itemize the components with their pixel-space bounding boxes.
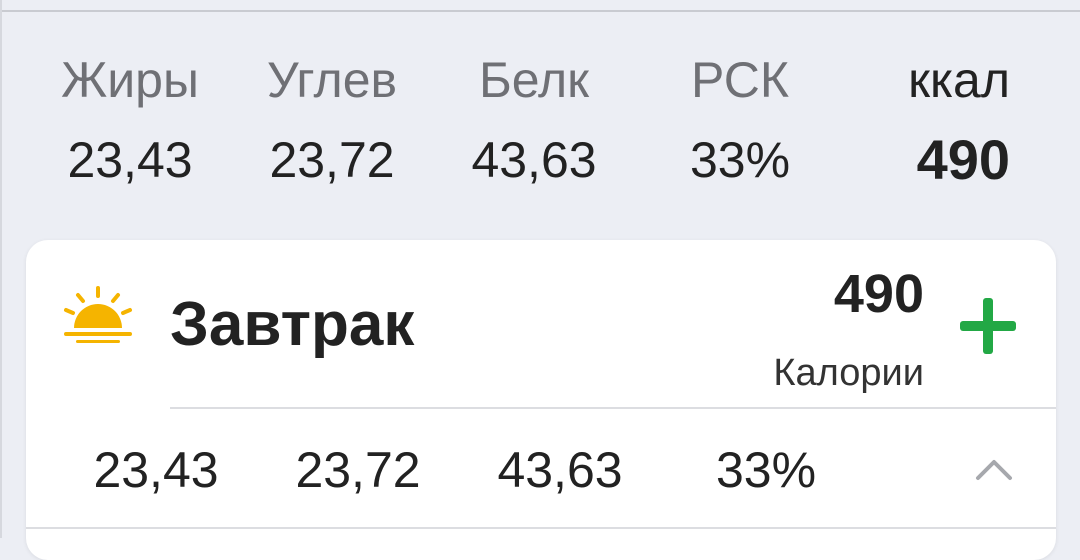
summary-protein-value: 43,63: [471, 132, 597, 188]
daily-summary: Жиры 23,43 Углев 23,72 Белк 43,63 РСК 33…: [0, 40, 1080, 210]
summary-rsk-value: 33%: [689, 132, 791, 188]
meal-header-divider: [170, 407, 1056, 409]
summary-fat-value: 23,43: [67, 132, 193, 188]
meal-rsk-value: 33%: [715, 442, 817, 498]
summary-protein-label: Белк: [478, 52, 589, 108]
meal-card-breakfast[interactable]: Завтрак 490 Калории 23,43 23,72 43,63 33…: [26, 240, 1056, 560]
summary-rsk-label: РСК: [690, 52, 790, 108]
summary-carbs: Углев 23,72: [247, 40, 417, 200]
summary-kcal: ккал 490: [870, 40, 1010, 200]
top-divider: [0, 0, 1080, 12]
chevron-up-icon: [976, 460, 1012, 480]
summary-carbs-value: 23,72: [269, 132, 395, 188]
meal-protein-value: 43,63: [497, 442, 623, 498]
summary-kcal-label: ккал: [908, 52, 1010, 108]
meal-title: Завтрак: [170, 290, 415, 359]
meal-carbs-value: 23,72: [295, 442, 421, 498]
summary-fat: Жиры 23,43: [45, 40, 215, 200]
summary-protein: Белк 43,63: [449, 40, 619, 200]
meal-macros-row: 23,43 23,72 43,63 33%: [26, 430, 1056, 510]
sunrise-icon: [64, 286, 132, 343]
collapse-button[interactable]: [972, 448, 1016, 492]
meal-bottom-divider: [26, 527, 1056, 529]
summary-carbs-label: Углев: [266, 52, 398, 108]
summary-rsk: РСК 33%: [655, 40, 825, 200]
meal-fat-value: 23,43: [93, 442, 219, 498]
summary-fat-label: Жиры: [61, 52, 199, 108]
plus-icon: [960, 298, 1016, 354]
meal-calories-value: 490: [833, 264, 924, 324]
summary-kcal-value: 490: [916, 128, 1010, 191]
meal-calories-label: Калории: [773, 352, 924, 394]
add-food-button[interactable]: [956, 294, 1020, 358]
